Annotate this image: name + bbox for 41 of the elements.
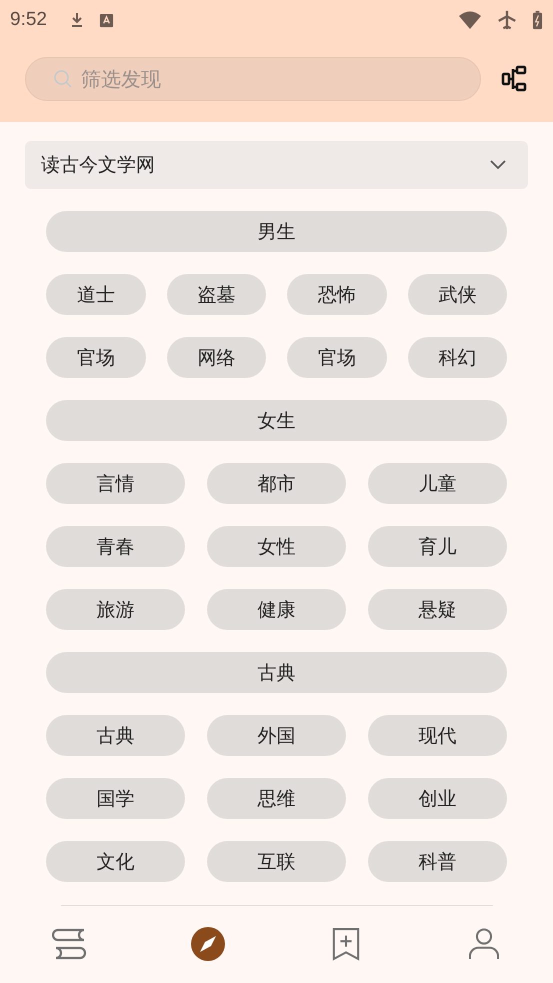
compass-icon[interactable] [191, 927, 225, 961]
tag-chip[interactable]: 网络 [166, 337, 266, 378]
tag-chip[interactable]: 儿童 [368, 463, 507, 504]
battery-icon [532, 10, 543, 30]
tag-chip[interactable]: 官场 [287, 337, 386, 378]
tag-chip[interactable]: 思维 [207, 778, 346, 819]
tag-chip[interactable]: 创业 [368, 778, 507, 819]
tag-chip[interactable]: 文化 [46, 841, 185, 882]
airplane-icon [496, 9, 518, 31]
tag-chip[interactable]: 旅游 [46, 589, 185, 630]
tag-chip[interactable]: 科普 [368, 841, 507, 882]
category-header[interactable]: 古典 [46, 652, 507, 693]
tag-chip[interactable]: 恐怖 [287, 274, 386, 315]
status-time: 9:52 [10, 9, 47, 31]
tag-chip[interactable]: 道士 [46, 274, 146, 315]
tag-chip[interactable]: 现代 [368, 715, 507, 756]
tag-chip[interactable]: 国学 [46, 778, 185, 819]
tag-chip[interactable]: 女性 [207, 526, 346, 567]
books-icon[interactable] [52, 928, 88, 960]
tag-chip[interactable]: 都市 [207, 463, 346, 504]
source-dropdown[interactable]: 读古今文学网 [25, 141, 528, 189]
tag-chip[interactable]: 古典 [46, 715, 185, 756]
tag-chip[interactable]: 武侠 [408, 274, 507, 315]
tag-chip[interactable]: 官场 [46, 337, 146, 378]
chevron-icon [490, 160, 506, 170]
tag-chip[interactable]: 互联 [207, 841, 346, 882]
tag-chip[interactable]: 悬疑 [368, 589, 507, 630]
wifi-icon [458, 10, 482, 30]
font-icon [98, 12, 114, 28]
tag-chip[interactable]: 健康 [207, 589, 346, 630]
tag-chip[interactable]: 言情 [46, 463, 185, 504]
profile-icon[interactable] [469, 927, 499, 961]
search-field[interactable]: 筛选发现 [25, 57, 481, 101]
tag-chip[interactable]: 青春 [46, 526, 185, 567]
tag-chip[interactable]: 科幻 [408, 337, 507, 378]
tag-chip[interactable]: 育儿 [368, 526, 507, 567]
tag-chip[interactable]: 外国 [207, 715, 346, 756]
tag-chip[interactable]: 盗墓 [166, 274, 266, 315]
bookmark-add-icon[interactable] [332, 927, 360, 961]
category-header[interactable]: 女生 [46, 400, 507, 441]
category-header[interactable]: 男生 [46, 211, 507, 252]
